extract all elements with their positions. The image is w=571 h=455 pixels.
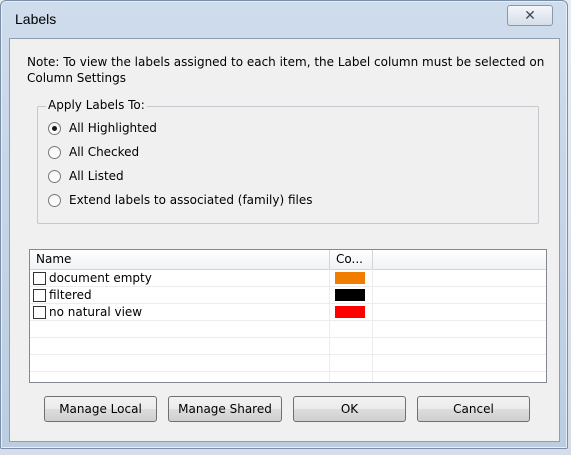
radio-button-icon[interactable] <box>48 121 61 135</box>
labels-dialog: Labels ✕ Note: To view the labels assign… <box>0 0 568 449</box>
radio-label: All Listed <box>69 169 124 183</box>
manage-shared-button[interactable]: Manage Shared <box>168 396 282 422</box>
column-header-color[interactable]: Co... <box>330 250 373 269</box>
radio-all-checked[interactable]: All Checked <box>48 143 139 161</box>
radio-button-icon[interactable] <box>48 169 61 183</box>
group-legend: Apply Labels To: <box>46 98 147 112</box>
close-button[interactable]: ✕ <box>507 5 553 26</box>
table-row[interactable]: no natural view <box>30 304 546 321</box>
radio-label: Extend labels to associated (family) fil… <box>69 193 313 207</box>
label-name: filtered <box>49 288 92 302</box>
apply-labels-group: Apply Labels To: All Highlighted All Che… <box>37 98 539 224</box>
note-text: Note: To view the labels assigned to eac… <box>27 55 545 85</box>
row-checkbox[interactable] <box>33 289 46 302</box>
table-row[interactable]: document empty <box>30 270 546 287</box>
color-swatch <box>335 289 365 301</box>
radio-all-listed[interactable]: All Listed <box>48 167 124 185</box>
labels-list[interactable]: Name Co... document empty filtered no na… <box>29 249 547 383</box>
ok-button[interactable]: OK <box>293 396 406 422</box>
column-header-name[interactable]: Name <box>30 250 330 269</box>
radio-all-highlighted[interactable]: All Highlighted <box>48 119 157 137</box>
color-swatch <box>335 272 365 284</box>
dialog-body: Note: To view the labels assigned to eac… <box>9 38 560 442</box>
row-checkbox[interactable] <box>33 272 46 285</box>
dialog-title: Labels <box>15 11 57 27</box>
title-bar: Labels ✕ <box>1 1 567 37</box>
manage-local-button[interactable]: Manage Local <box>44 396 157 422</box>
cancel-button[interactable]: Cancel <box>417 396 530 422</box>
row-checkbox[interactable] <box>33 306 46 319</box>
color-swatch <box>335 306 365 318</box>
radio-extend-family[interactable]: Extend labels to associated (family) fil… <box>48 191 313 209</box>
radio-button-icon[interactable] <box>48 145 61 159</box>
radio-button-icon[interactable] <box>48 193 61 207</box>
table-row[interactable]: filtered <box>30 287 546 304</box>
list-header: Name Co... <box>30 250 546 270</box>
radio-label: All Checked <box>69 145 140 159</box>
label-name: no natural view <box>49 305 143 319</box>
radio-label: All Highlighted <box>69 121 157 135</box>
close-icon: ✕ <box>524 7 536 24</box>
label-name: document empty <box>49 271 152 285</box>
